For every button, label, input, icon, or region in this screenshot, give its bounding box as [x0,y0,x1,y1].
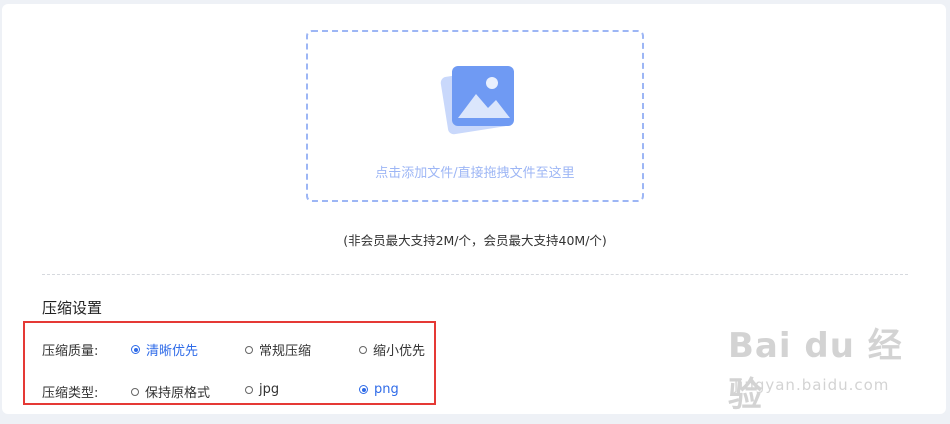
type-option-png[interactable]: png [359,382,399,397]
radio-unchecked-icon [245,345,253,354]
radio-checked-icon [131,345,140,354]
upload-dropzone[interactable]: 点击添加文件/直接拖拽文件至这里 [306,30,644,202]
type-option-jpg[interactable]: jpg [245,382,279,397]
image-icon [440,66,514,135]
radio-unchecked-icon [131,387,139,396]
compression-settings-title: 压缩设置 [42,299,103,317]
quality-label: 压缩质量: [42,344,99,359]
radio-unchecked-icon [245,385,253,394]
type-option-keep-format[interactable]: 保持原格式 [131,382,210,401]
radio-checked-icon [359,385,368,394]
watermark-main: Bai du 经验 [728,326,903,415]
radio-unchecked-icon [359,345,367,354]
divider [42,274,908,275]
quality-option-normal[interactable]: 常规压缩 [245,340,311,359]
quality-option-smaller[interactable]: 缩小优先 [359,340,425,359]
watermark-sub: jingyan.baidu.com [734,376,890,394]
type-label: 压缩类型: [42,386,99,401]
size-limit-note: (非会员最大支持2M/个，会员最大支持40M/个) [343,233,607,248]
upload-prompt: 点击添加文件/直接拖拽文件至这里 [375,166,575,181]
quality-option-clear-first[interactable]: 清晰优先 [131,340,198,359]
baidu-jingyan-watermark: Bai du 经验 jingyan.baidu.com [728,318,928,415]
